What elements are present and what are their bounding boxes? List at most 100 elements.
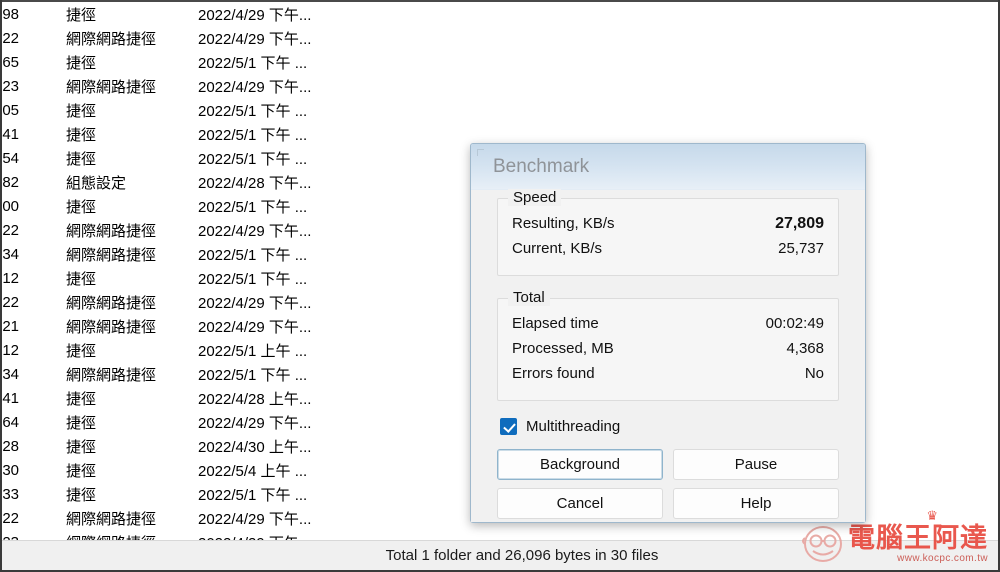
dialog-corner-mark [477,149,484,156]
cell-date: 2022/4/29 下午... [198,318,312,336]
total-group-title: Total [508,289,550,306]
total-row-processed: Processed, MB 4,368 [512,340,824,365]
cell-size: 282 [2,173,20,191]
cell-size: 341 [2,389,20,407]
cell-date: 2022/4/29 下午... [198,78,312,96]
table-row[interactable]: 265 捷徑 2022/5/1 下午 ... [2,50,998,74]
dialog-title: Benchmark [493,156,590,177]
cell-size: 341 [2,125,20,143]
total-group: Total Elapsed time 00:02:49 Processed, M… [497,289,839,401]
cell-size: 222 [2,293,20,311]
cell-date: 2022/4/29 下午... [198,222,312,240]
cell-size: 221 [2,317,20,335]
speed-resulting-label: Resulting, KB/s [512,215,615,232]
cell-type: 網際網路捷徑 [66,318,157,336]
checkmark-icon[interactable] [500,418,517,435]
speed-group: Speed Resulting, KB/s 27,809 Current, KB… [497,189,839,276]
cell-type: 捷徑 [66,6,97,24]
cell-size: 223 [2,77,20,95]
cell-type: 捷徑 [66,198,97,216]
cell-date: 2022/5/1 下午 ... [198,246,308,264]
cell-size: 354 [2,149,20,167]
cell-type: 網際網路捷徑 [66,366,157,384]
cell-type: 捷徑 [66,414,97,432]
cell-type: 組態設定 [66,174,127,192]
cell-date: 2022/4/29 下午... [198,30,312,48]
multithreading-checkbox[interactable]: Multithreading [500,418,839,435]
cell-date: 2022/4/29 下午... [198,414,312,432]
cell-date: 2022/5/1 下午 ... [198,366,308,384]
cell-date: 2022/4/29 下午... [198,294,312,312]
table-row[interactable]: 205 捷徑 2022/5/1 下午 ... [2,98,998,122]
cell-size: 328 [2,437,20,455]
cell-type: 捷徑 [66,150,97,168]
speed-current-value: 25,737 [778,240,824,257]
cell-size: 205 [2,101,20,119]
dialog-body: Speed Resulting, KB/s 27,809 Current, KB… [471,189,865,522]
cell-type: 網際網路捷徑 [66,78,157,96]
speed-current-label: Current, KB/s [512,240,603,257]
cell-date: 2022/4/30 上午... [198,438,312,456]
cell-date: 2022/5/1 下午 ... [198,270,308,288]
cell-type: 捷徑 [66,342,97,360]
speed-row-current: Current, KB/s 25,737 [512,240,824,265]
cell-date: 2022/4/29 下午... [198,6,312,24]
multithreading-label: Multithreading [526,418,621,435]
cell-type: 捷徑 [66,462,97,480]
help-button[interactable]: Help [673,488,839,519]
cell-date: 2022/4/28 下午... [198,174,312,192]
table-row[interactable]: 223網際網路捷徑2022/4/29 下午... [2,530,998,541]
cell-type: 網際網路捷徑 [66,30,157,48]
dialog-button-grid: Background Pause Cancel Help [497,449,839,519]
background-button[interactable]: Background [497,449,663,480]
cancel-button[interactable]: Cancel [497,488,663,519]
cell-type: 捷徑 [66,486,97,504]
app-window: 498捷徑2022/4/29 下午...222網際網路捷徑2022/4/29 下… [0,0,1000,572]
cell-type: 捷徑 [66,438,97,456]
cell-date: 2022/5/1 下午 ... [198,486,308,504]
cell-type: 網際網路捷徑 [66,246,157,264]
cell-size: 212 [2,341,20,359]
total-processed-label: Processed, MB [512,340,614,357]
status-summary-text: Total 1 folder and 26,096 bytes in 30 fi… [385,547,659,564]
table-row[interactable]: 222 網際網路捷徑 2022/4/29 下午... [2,26,998,50]
dialog-titlebar[interactable]: Benchmark [471,144,865,190]
table-row[interactable]: 498 捷徑 2022/4/29 下午... [2,2,998,26]
cell-type: 網際網路捷徑 [66,222,157,240]
cell-date: 2022/5/1 下午 ... [198,54,308,72]
cell-size: 222 [2,221,20,239]
cell-size: 222 [2,29,20,47]
cell-date: 2022/4/29 下午... [198,532,348,541]
cell-type: 網際網路捷徑 [66,294,157,312]
total-errors-value: No [804,365,824,382]
cell-date: 2022/5/1 下午 ... [198,150,308,168]
cell-date: 2022/5/1 上午 ... [198,342,308,360]
cell-type: 捷徑 [66,54,97,72]
cell-date: 2022/5/1 下午 ... [198,102,308,120]
cell-size: 412 [2,269,20,287]
cell-type: 捷徑 [66,126,97,144]
cell-date: 2022/4/28 上午... [198,390,312,408]
cell-date: 2022/4/29 下午... [198,510,312,528]
total-row-errors: Errors found No [512,365,824,390]
speed-group-title: Speed [508,189,562,206]
cell-type: 網際網路捷徑 [66,510,157,528]
cell-size: 234 [2,365,20,383]
cell-size: 330 [2,461,20,479]
total-row-elapsed: Elapsed time 00:02:49 [512,315,824,340]
pause-button[interactable]: Pause [673,449,839,480]
cell-size: 234 [2,245,20,263]
total-elapsed-value: 00:02:49 [765,315,824,332]
total-processed-value: 4,368 [786,340,824,357]
cell-date: 2022/5/1 下午 ... [198,198,308,216]
table-row[interactable]: 223 網際網路捷徑 2022/4/29 下午... [2,74,998,98]
speed-row-resulting: Resulting, KB/s 27,809 [512,215,824,240]
cell-type: 網際網路捷徑 [66,532,196,541]
cell-type: 捷徑 [66,390,97,408]
cell-size: 265 [2,53,20,71]
cell-size: 433 [2,485,20,503]
cell-size: 222 [2,509,20,527]
cell-type: 捷徑 [66,270,97,288]
status-bar: Total 1 folder and 26,096 bytes in 30 fi… [2,540,998,570]
cell-size: 164 [2,413,20,431]
